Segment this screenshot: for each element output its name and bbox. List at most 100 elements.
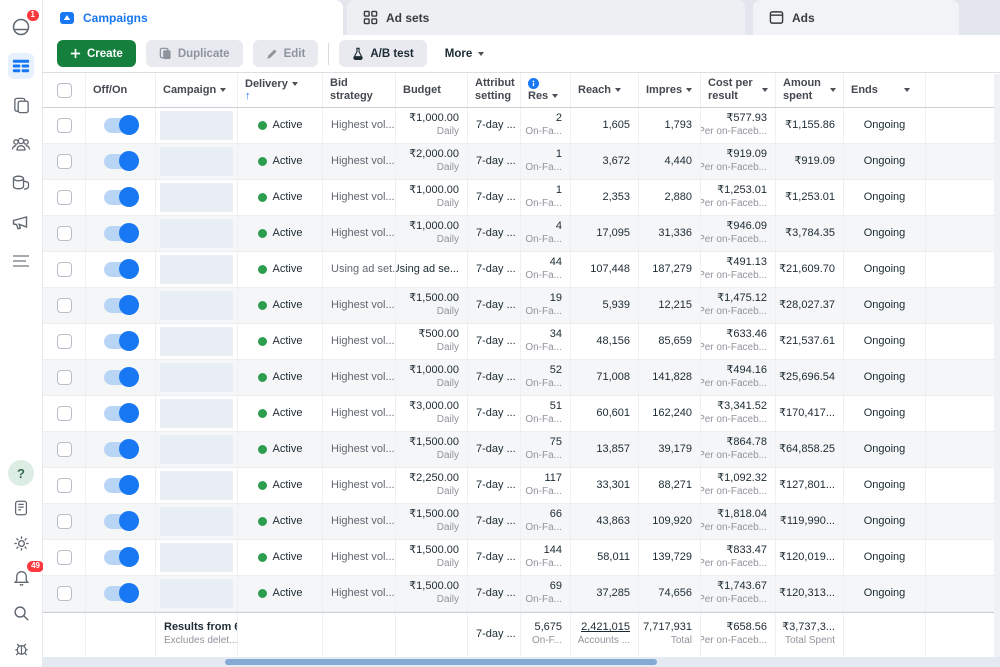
budget-cell: ₹1,500.00 Daily: [396, 288, 468, 323]
campaign-name-cell[interactable]: [156, 252, 238, 287]
budget-value: ₹2,250.00: [409, 472, 459, 486]
table-row: Active Highest vol... ₹2,000.00 Daily 7-…: [43, 144, 1000, 180]
totals-label-cell: Results from 6 Excludes delet...: [156, 613, 238, 656]
table-row: Active Highest vol... ₹500.00 Daily 7-da…: [43, 324, 1000, 360]
horizontal-scrollbar[interactable]: [43, 657, 1000, 667]
cost-per-result-value: ₹491.13: [726, 256, 767, 270]
campaign-name-redacted: [160, 363, 233, 392]
tab-ads[interactable]: Ads: [753, 0, 959, 35]
column-header-campaign[interactable]: Campaign: [156, 73, 238, 107]
column-header-cost-per-result[interactable]: Cost per result: [701, 73, 776, 107]
campaign-name-cell[interactable]: [156, 288, 238, 323]
campaign-name-cell[interactable]: [156, 108, 238, 143]
campaign-name-cell[interactable]: [156, 144, 238, 179]
campaign-on-toggle[interactable]: [104, 262, 137, 277]
amount-spent-cell: ₹919.09: [776, 144, 844, 179]
filler-cell: [926, 288, 1000, 323]
campaign-on-toggle[interactable]: [104, 478, 137, 493]
select-all-checkbox[interactable]: [57, 83, 72, 98]
campaign-on-toggle[interactable]: [104, 586, 137, 601]
create-button[interactable]: Create: [57, 40, 136, 67]
row-checkbox[interactable]: [57, 190, 72, 205]
search-icon[interactable]: [8, 600, 34, 626]
impressions-value: 187,279: [652, 263, 692, 277]
duplicate-button[interactable]: Duplicate: [146, 40, 243, 67]
cost-per-result-value: ₹577.93: [726, 112, 767, 126]
campaign-name-cell[interactable]: [156, 504, 238, 539]
campaign-on-toggle[interactable]: [104, 442, 137, 457]
campaign-name-cell[interactable]: [156, 468, 238, 503]
column-header-amount-spent[interactable]: Amoun spent: [776, 73, 844, 107]
ab-test-button[interactable]: A/B test: [339, 40, 426, 67]
duplicate-copy-icon: [159, 47, 172, 60]
column-header-attribution[interactable]: Attribut setting: [468, 73, 521, 107]
row-checkbox[interactable]: [57, 298, 72, 313]
vertical-scrollbar[interactable]: [994, 74, 1000, 657]
totals-reach-value[interactable]: 2,421,015: [581, 621, 630, 635]
sidebar-item-billing[interactable]: [8, 170, 34, 196]
campaign-on-toggle[interactable]: [104, 514, 137, 529]
sidebar-item-ads-manager[interactable]: [8, 53, 34, 79]
more-button[interactable]: More: [437, 48, 492, 60]
row-checkbox[interactable]: [57, 370, 72, 385]
campaign-on-toggle[interactable]: [104, 550, 137, 565]
campaign-on-toggle[interactable]: [104, 226, 137, 241]
horizontal-scrollbar-thumb[interactable]: [225, 659, 657, 665]
filler-cell: [926, 396, 1000, 431]
column-header-results[interactable]: Res: [521, 73, 571, 107]
column-header-reach[interactable]: Reach: [571, 73, 639, 107]
tab-ad-sets[interactable]: Ad sets: [347, 0, 745, 35]
campaign-on-toggle[interactable]: [104, 190, 137, 205]
report-bug-icon[interactable]: [8, 635, 34, 661]
row-checkbox[interactable]: [57, 334, 72, 349]
tab-campaigns[interactable]: Campaigns: [43, 0, 343, 35]
row-checkbox[interactable]: [57, 406, 72, 421]
cost-per-result-value: ₹946.09: [726, 220, 767, 234]
sidebar-item-pages[interactable]: [8, 92, 34, 118]
row-checkbox[interactable]: [57, 514, 72, 529]
campaign-name-cell[interactable]: [156, 180, 238, 215]
row-checkbox[interactable]: [57, 550, 72, 565]
budget-cell: ₹1,000.00 Daily: [396, 216, 468, 251]
cost-per-result-sub: Per on-Faceb...: [701, 522, 767, 535]
column-header-bid-strategy[interactable]: Bid strategy: [323, 73, 396, 107]
settings-icon[interactable]: [8, 530, 34, 556]
row-checkbox[interactable]: [57, 478, 72, 493]
account-icon[interactable]: 1: [8, 14, 34, 40]
row-checkbox[interactable]: [57, 154, 72, 169]
campaign-on-toggle[interactable]: [104, 298, 137, 313]
column-header-delivery[interactable]: Delivery ↑: [238, 73, 323, 107]
reach-value: 60,601: [596, 407, 630, 421]
campaign-name-cell[interactable]: [156, 360, 238, 395]
row-checkbox[interactable]: [57, 262, 72, 277]
budget-value: ₹1,000.00: [409, 364, 459, 378]
ends-cell: Ongoing: [844, 108, 926, 143]
row-checkbox[interactable]: [57, 118, 72, 133]
column-header-impressions[interactable]: Impres: [639, 73, 701, 107]
campaign-name-cell[interactable]: [156, 324, 238, 359]
campaign-on-toggle[interactable]: [104, 406, 137, 421]
campaign-on-toggle[interactable]: [104, 154, 137, 169]
campaign-name-cell[interactable]: [156, 432, 238, 467]
campaign-on-toggle[interactable]: [104, 370, 137, 385]
campaign-on-toggle[interactable]: [104, 334, 137, 349]
row-checkbox[interactable]: [57, 226, 72, 241]
help-icon[interactable]: ?: [8, 460, 34, 486]
sidebar-item-audiences[interactable]: [8, 131, 34, 157]
guide-icon[interactable]: [8, 495, 34, 521]
row-checkbox[interactable]: [57, 586, 72, 601]
campaign-on-toggle[interactable]: [104, 118, 137, 133]
column-header-ends[interactable]: Ends: [844, 73, 926, 107]
row-checkbox[interactable]: [57, 442, 72, 457]
edit-button[interactable]: Edit: [253, 40, 319, 67]
campaign-name-cell[interactable]: [156, 540, 238, 575]
sidebar-item-all-tools[interactable]: [8, 248, 34, 274]
campaign-name-cell[interactable]: [156, 396, 238, 431]
totals-attribution-value: 7-day ...: [476, 628, 512, 642]
column-header-budget[interactable]: Budget: [396, 73, 468, 107]
campaign-name-cell[interactable]: [156, 216, 238, 251]
notifications-icon[interactable]: 49: [8, 565, 34, 591]
reach-value: 107,448: [590, 263, 630, 277]
sidebar-item-advertise[interactable]: [8, 209, 34, 235]
campaign-name-cell[interactable]: [156, 576, 238, 611]
